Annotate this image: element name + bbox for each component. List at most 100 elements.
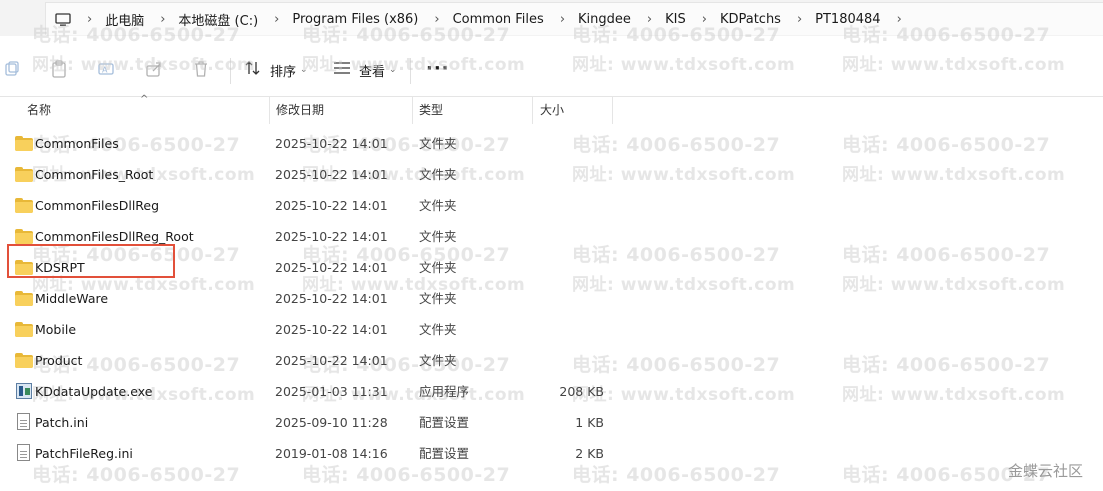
file-type: 文件夹 (419, 260, 457, 275)
folder-icon (15, 167, 33, 182)
chevron-down-icon: ⌄ (300, 65, 308, 75)
computer-icon[interactable] (55, 12, 71, 26)
file-row[interactable]: MiddleWare 2025-10-22 14:01 文件夹 (0, 283, 1103, 314)
folder-icon (15, 136, 33, 151)
file-size (540, 314, 604, 345)
file-type: 文件夹 (419, 322, 457, 337)
file-name: MiddleWare (35, 291, 109, 306)
toolbar-divider (230, 58, 231, 84)
file-size (540, 252, 604, 283)
crumb-kingdee[interactable]: Kingdee (578, 12, 631, 27)
file-name: CommonFilesDllReg (35, 198, 160, 213)
file-size (540, 221, 604, 252)
column-header-type[interactable]: 类型 (419, 97, 443, 124)
file-date: 2025-10-22 14:01 (275, 167, 388, 182)
command-bar: A 排序 ⌄ 查看 ⌄ ··· (0, 36, 1103, 97)
crumb-program-files[interactable]: Program Files (x86) (292, 12, 418, 27)
folder-icon (15, 353, 33, 368)
file-type: 文件夹 (419, 353, 457, 368)
folder-icon (15, 291, 33, 306)
breadcrumb[interactable]: › 此电脑 › 本地磁盘 (C:) › Program Files (x86) … (45, 2, 1103, 35)
file-row[interactable]: Patch.ini 2025-09-10 11:28 配置设置 1 KB (0, 407, 1103, 438)
file-date: 2025-10-22 14:01 (275, 229, 388, 244)
file-list: CommonFiles 2025-10-22 14:01 文件夹 CommonF… (0, 128, 1103, 469)
column-resize-handle[interactable] (412, 97, 413, 124)
column-resize-handle[interactable] (612, 97, 613, 124)
file-row[interactable]: Mobile 2025-10-22 14:01 文件夹 (0, 314, 1103, 345)
sort-icon (244, 60, 262, 80)
chevron-right-icon: › (796, 11, 803, 27)
settings-file-icon (17, 413, 30, 430)
paste-icon[interactable] (50, 60, 68, 78)
file-row[interactable]: KDdataUpdate.exe 2025-01-03 11:31 应用程序 2… (0, 376, 1103, 407)
chevron-right-icon: › (160, 11, 166, 27)
folder-icon (15, 229, 33, 244)
file-type: 配置设置 (419, 446, 470, 461)
file-name: Product (35, 353, 83, 368)
file-size (540, 128, 604, 159)
view-list-icon (333, 61, 351, 79)
file-type: 文件夹 (419, 136, 457, 151)
community-watermark: 金蝶云社区 (1007, 462, 1083, 480)
file-size (540, 283, 604, 314)
file-date: 2019-01-08 14:16 (275, 446, 388, 461)
file-row[interactable]: CommonFiles 2025-10-22 14:01 文件夹 (0, 128, 1103, 159)
file-size (540, 190, 604, 221)
file-size (540, 159, 604, 190)
file-name: KDdataUpdate.exe (35, 384, 153, 399)
crumb-common-files[interactable]: Common Files (453, 12, 544, 27)
chevron-right-icon: › (87, 11, 93, 27)
file-size (540, 345, 604, 376)
sort-ascending-icon: ^ (140, 94, 149, 105)
sort-button[interactable]: 排序 ⌄ (244, 58, 308, 82)
column-resize-handle[interactable] (532, 97, 533, 124)
crumb-kdpatchs[interactable]: KDPatchs (720, 12, 781, 27)
highlight-box (7, 244, 175, 278)
view-button[interactable]: 查看 ⌄ (333, 58, 397, 82)
folder-icon (15, 322, 33, 337)
crumb-local-disk[interactable]: 本地磁盘 (C:) (178, 10, 258, 29)
file-row[interactable]: CommonFiles_Root 2025-10-22 14:01 文件夹 (0, 159, 1103, 190)
toolbar-divider (410, 58, 411, 84)
view-label: 查看 (359, 64, 386, 80)
chevron-right-icon: › (274, 11, 280, 27)
settings-file-icon (17, 444, 30, 461)
chevron-right-icon: › (559, 11, 566, 27)
svg-text:A: A (102, 66, 108, 75)
column-header-name[interactable]: 名称 (27, 97, 51, 124)
file-size: 2 KB (575, 446, 604, 461)
chevron-right-icon[interactable]: › (897, 12, 902, 27)
file-date: 2025-10-22 14:01 (275, 260, 388, 275)
share-icon[interactable] (145, 60, 163, 78)
column-header-date[interactable]: 修改日期 (276, 97, 324, 124)
file-row[interactable]: CommonFilesDllReg 2025-10-22 14:01 文件夹 (0, 190, 1103, 221)
crumb-kis[interactable]: KIS (665, 12, 686, 27)
rename-icon[interactable]: A (97, 60, 115, 78)
copy-icon[interactable] (2, 60, 20, 78)
delete-icon[interactable] (192, 60, 210, 78)
file-type: 文件夹 (419, 229, 457, 244)
file-name: Patch.ini (35, 415, 89, 430)
column-resize-handle[interactable] (269, 97, 270, 124)
file-date: 2025-10-22 14:01 (275, 291, 388, 306)
file-row[interactable]: PatchFileReg.ini 2019-01-08 14:16 配置设置 2… (0, 438, 1103, 469)
more-options-button[interactable]: ··· (426, 58, 450, 79)
folder-icon (15, 198, 33, 213)
chevron-down-icon: ⌄ (389, 65, 397, 75)
file-type: 文件夹 (419, 291, 457, 306)
application-icon (16, 383, 32, 399)
crumb-pt180484[interactable]: PT180484 (815, 12, 880, 27)
chevron-right-icon: › (701, 11, 707, 27)
sort-label: 排序 (270, 64, 297, 80)
file-type: 文件夹 (419, 198, 457, 213)
column-header-size[interactable]: 大小 (540, 97, 564, 124)
chevron-right-icon: › (434, 11, 440, 27)
crumb-this-pc[interactable]: 此电脑 (105, 10, 144, 29)
file-size: 1 KB (575, 415, 604, 430)
file-date: 2025-10-22 14:01 (275, 322, 388, 337)
file-date: 2025-10-22 14:01 (275, 198, 388, 213)
file-row[interactable]: Product 2025-10-22 14:01 文件夹 (0, 345, 1103, 376)
column-header: ^ 名称 修改日期 类型 大小 (0, 94, 1103, 124)
file-name: Mobile (35, 322, 77, 337)
file-type: 应用程序 (419, 384, 470, 399)
